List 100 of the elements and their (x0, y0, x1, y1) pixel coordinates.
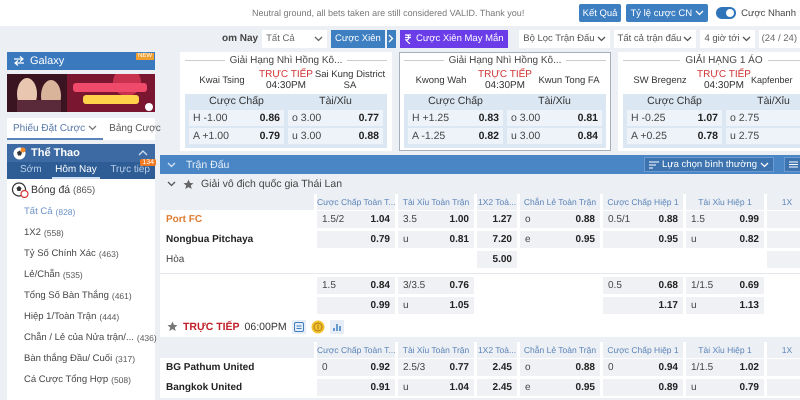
column-header: Cược Chấp Toàn T... (317, 194, 395, 210)
column-header: Cược Chấp Toàn T... (317, 342, 395, 358)
odds-cell[interactable]: u 1.13 (686, 297, 764, 314)
toggle-label: Cược Nhanh (741, 8, 796, 18)
tab[interactable]: Bảng Cược (103, 118, 167, 140)
chevron-down-icon (683, 36, 692, 42)
odds-cell[interactable]: u 1.04 (398, 379, 474, 396)
lucky-parlay-button[interactable]: Cược Xiên May Mắn (400, 30, 508, 48)
filter-select[interactable]: Tất Cả (262, 30, 327, 48)
sort-dropdown[interactable]: Lựa chọn bình thường (644, 157, 774, 172)
odds-cell[interactable]: 0.5 0.68 (603, 277, 683, 294)
odds-cell[interactable]: 2.5/3 0.77 (398, 359, 474, 376)
column-header: Chẵn Lẻ Toàn Trận (520, 194, 600, 210)
team-name: Sai Kung District SA (314, 69, 386, 92)
star-icon (167, 321, 178, 332)
odds-cell[interactable]: 2.45 (477, 359, 517, 376)
match-time: 04:30PM (484, 80, 526, 92)
match-time: 04:30PM (266, 80, 306, 92)
odds-cell[interactable]: H -0.25 1.07 (627, 110, 722, 126)
odds-cell[interactable]: o 3.00 0.81 (507, 110, 602, 126)
list-icon (789, 161, 798, 168)
odds-cell[interactable]: u 0.79 (686, 379, 764, 396)
odds-cell[interactable]: 5.00 (477, 251, 517, 268)
soccer-ball-icon (11, 182, 29, 198)
odds-cell[interactable]: 1/1.5 1.02 (686, 359, 764, 376)
coin-icon (310, 320, 325, 334)
odds-cell[interactable]: e 0.95 (520, 379, 600, 396)
sort-icon (648, 160, 659, 168)
odds-cell[interactable]: 7.20 (477, 231, 517, 248)
team-name: Hòa (165, 253, 186, 267)
match-time: 06:00PM (244, 320, 287, 332)
tab[interactable]: om Nay (222, 33, 258, 44)
filter-dropdown[interactable]: Tất cả trận đấu (614, 30, 696, 48)
panel-title: Thể Thao (31, 147, 81, 159)
odds-cell[interactable]: o 0.88 (520, 359, 600, 376)
odds-cell[interactable]: 3/3.5 0.76 (398, 277, 474, 294)
toggle-switch[interactable] (716, 7, 736, 19)
odds-cell[interactable]: 0.89 (603, 379, 683, 396)
tab[interactable]: Sớm (17, 162, 45, 179)
odds-cell[interactable]: 0.79 (317, 231, 395, 248)
odds-cell[interactable]: 0 0.94 (603, 359, 683, 376)
odds-cell[interactable]: 0.99 (317, 297, 395, 314)
odds-cell[interactable]: u 3.00 0.84 (507, 128, 602, 144)
column-header: 1X2 Toà... (477, 342, 517, 358)
team-name: Nongbua Pitchaya (165, 233, 254, 247)
odds-cell[interactable]: 1.5 0.99 (686, 211, 764, 228)
chevron-down-icon (314, 36, 323, 42)
odds-cell[interactable]: o 0.88 (520, 211, 600, 228)
match-card[interactable]: Giải Hạng Nhì Hồng Kô... Kwai Tsing TRỰC TIẾP 04:30PM Sai Kung District SA Cược Chấp Tài/Xỉu H -1.00 0.86 o 3.00 0.77 A +1.00 0.79 u 3.00 0.88 (180, 52, 392, 151)
team-name: Kwun Tong FA (537, 74, 601, 86)
odds-cell[interactable]: H -1.00 0.86 (189, 110, 284, 126)
filter-dropdown[interactable]: 4 giờ tới (700, 30, 755, 48)
column-header: 1X2 Toà... (477, 194, 517, 210)
odds-cell[interactable]: 0 0.92 (317, 359, 395, 376)
bar-chart-icon[interactable] (330, 320, 344, 334)
odds-cell[interactable]: 1.5/2 1.04 (317, 211, 395, 228)
odds-cell[interactable]: 1.5 0.84 (317, 277, 395, 294)
odds-cell[interactable]: 0.91 (317, 379, 395, 396)
odds-cell[interactable]: u 3.00 0.88 (288, 128, 383, 144)
section-title: Trận Đấu (186, 158, 230, 170)
match-count: (24 / 24) (758, 30, 800, 48)
odds-cell[interactable]: A -1.25 0.82 (408, 128, 503, 144)
column-header: Tài/Xỉu (318, 94, 353, 108)
odds-cell[interactable]: 1.27 (477, 211, 517, 228)
list-icon[interactable] (292, 320, 306, 334)
tab[interactable]: Phiếu Đặt Cược (7, 118, 104, 140)
list-view-button[interactable] (784, 157, 800, 172)
odds-cell[interactable]: o 2.75 (726, 110, 800, 126)
column-header: Tài Xỉu Toàn Trận (398, 194, 474, 210)
odds-cell[interactable]: u 2.75 (726, 128, 800, 144)
column-header: Tài/Xỉu (537, 94, 572, 108)
column-header: Cược Chấp (208, 94, 265, 108)
odds-cell[interactable]: u 0.81 (398, 231, 474, 248)
odds-cell[interactable]: 1.17 (603, 297, 683, 314)
odds-cell[interactable]: o 3.00 0.77 (288, 110, 383, 126)
odds-cell[interactable]: u 0.82 (686, 231, 764, 248)
team-name: Kapfenber (751, 74, 794, 86)
parlay-button[interactable]: Cược Xiên (330, 30, 385, 48)
results-button[interactable]: Kết Quả (578, 4, 622, 22)
odds-cell[interactable]: 1/1.5 0.69 (686, 277, 764, 294)
odds-cell[interactable]: H +1.25 0.83 (408, 110, 503, 126)
odds-cell[interactable]: 0.95 (603, 231, 683, 248)
chevron-down-icon (742, 36, 751, 42)
notice-text: Neutral ground, all bets taken are still considered VALID. Thank you! (252, 8, 524, 18)
rupee-icon (404, 34, 412, 44)
odds-cell[interactable]: 2.45 (477, 379, 517, 396)
odds-cell[interactable]: 3.5 1.00 (398, 211, 474, 228)
sport-item[interactable]: Bóng đá (865) (31, 184, 96, 196)
odds-cell[interactable]: A +0.25 0.78 (627, 128, 722, 144)
odds-cell[interactable]: u 1.05 (398, 297, 474, 314)
match-time: 04:30PM (704, 80, 744, 92)
league-name: GIẢI HẠNG 1 ÁO (685, 55, 763, 66)
odds-cell[interactable]: 0.5/1 0.88 (603, 211, 683, 228)
league-name: Giải Hạng Nhì Hồng Kô... (230, 55, 342, 66)
filter-dropdown[interactable]: Bộ Lọc Trận Đấu (519, 30, 610, 48)
chevron-down-icon (596, 36, 606, 42)
next-button[interactable] (386, 30, 396, 48)
odds-cell[interactable]: A +1.00 0.79 (189, 128, 284, 144)
odds-format-dropdown[interactable]: Tỷ lệ cược CN (626, 4, 708, 22)
odds-cell[interactable]: e 0.95 (520, 231, 600, 248)
